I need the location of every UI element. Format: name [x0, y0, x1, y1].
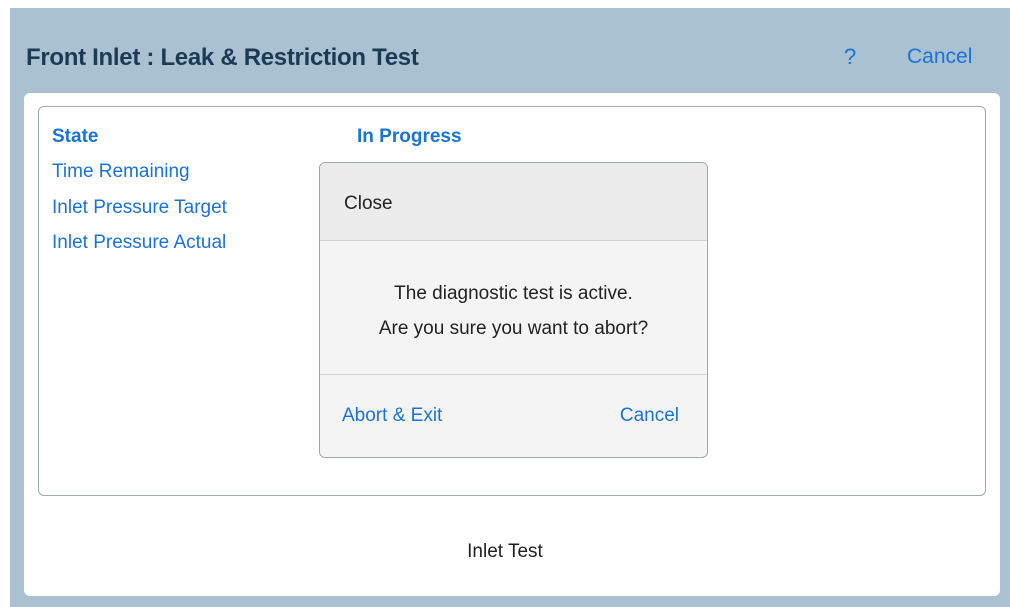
dialog-message-line2: Are you sure you want to abort? — [378, 318, 649, 339]
inlet-pressure-actual-label: Inlet Pressure Actual — [52, 232, 227, 253]
dialog-cancel-button[interactable]: Cancel — [620, 405, 679, 427]
dialog-message-line1: The diagnostic test is active. — [394, 283, 633, 304]
dialog-header: Close — [320, 163, 707, 241]
inlet-pressure-target-label: Inlet Pressure Target — [52, 197, 227, 218]
dialog-body: The diagnostic test is active. Are you s… — [320, 241, 707, 375]
state-label: State — [52, 126, 99, 147]
page-title: Front Inlet : Leak & Restriction Test — [26, 44, 419, 71]
help-button[interactable]: ? — [844, 44, 856, 70]
confirm-dialog: Close The diagnostic test is active. Are… — [319, 162, 708, 458]
footer-label: Inlet Test — [467, 541, 543, 562]
cancel-button[interactable]: Cancel — [907, 45, 972, 69]
abort-exit-button[interactable]: Abort & Exit — [342, 405, 442, 427]
dialog-title: Close — [344, 193, 393, 214]
time-remaining-label: Time Remaining — [52, 161, 190, 182]
state-value: In Progress — [357, 126, 462, 147]
